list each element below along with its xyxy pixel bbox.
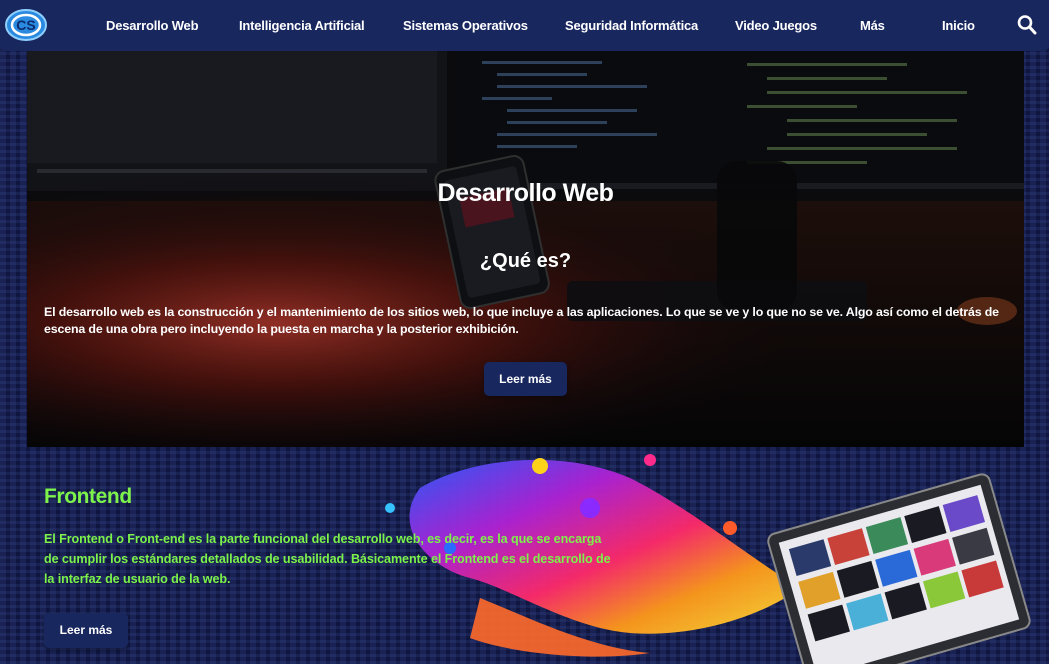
nav-mas[interactable]: Más — [860, 0, 885, 51]
nav-seguridad-informatica[interactable]: Seguridad Informática — [565, 0, 698, 51]
top-navbar: CS Desarrollo Web Intelligencia Artifici… — [0, 0, 1049, 51]
hero-description: El desarrollo web es la construcción y e… — [44, 305, 999, 336]
svg-text:CS: CS — [16, 17, 35, 33]
frontend-description: El Frontend o Front-end es la parte func… — [44, 532, 611, 586]
hero-read-more-button[interactable]: Leer más — [484, 362, 567, 396]
hero-section: Desarrollo Web ¿Qué es? El desarrollo we… — [27, 51, 1024, 447]
frontend-title: Frontend — [44, 485, 132, 508]
site-logo[interactable]: CS — [4, 8, 48, 42]
nav-video-juegos[interactable]: Video Juegos — [735, 0, 817, 51]
nav-desarrollo-web[interactable]: Desarrollo Web — [106, 0, 199, 51]
search-icon[interactable] — [1017, 14, 1037, 36]
hero-title: Desarrollo Web — [437, 179, 614, 207]
hero-subtitle: ¿Qué es? — [479, 250, 572, 272]
frontend-read-more-button[interactable]: Leer más — [44, 613, 128, 648]
nav-sistemas-operativos[interactable]: Sistemas Operativos — [403, 0, 528, 51]
nav-inteligencia-artificial[interactable]: Intelligencia Artificial — [239, 0, 365, 51]
nav-inicio[interactable]: Inicio — [942, 0, 975, 51]
